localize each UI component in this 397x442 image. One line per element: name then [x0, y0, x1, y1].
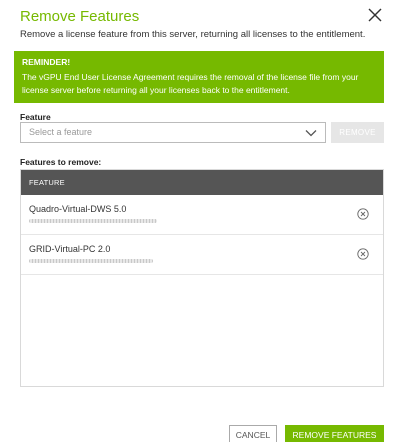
feature-column-header: FEATURE [21, 170, 383, 195]
feature-label: Feature [20, 112, 51, 122]
reminder-text: The vGPU End User License Agreement requ… [22, 72, 359, 95]
chevron-down-icon [305, 130, 317, 137]
feature-select[interactable]: Select a feature [20, 122, 326, 143]
cancel-button[interactable]: CANCEL [229, 425, 277, 442]
remove-button[interactable]: REMOVE [331, 122, 384, 143]
features-to-remove-label: Features to remove: [20, 157, 102, 167]
remove-circle-icon[interactable] [357, 208, 369, 220]
reminder-title: REMINDER! [22, 57, 71, 67]
remove-features-button[interactable]: REMOVE FEATURES [285, 425, 384, 442]
feature-name: Quadro-Virtual-DWS 5.0 [29, 204, 127, 214]
remove-features-dialog: Remove Features Remove a license feature… [0, 0, 397, 442]
reminder-banner: REMINDER! The vGPU End User License Agre… [14, 51, 384, 103]
dialog-subtitle: Remove a license feature from this serve… [20, 29, 366, 40]
features-to-remove-table: FEATURE Quadro-Virtual-DWS 5.0 GRID-Virt… [20, 169, 384, 387]
feature-name: GRID-Virtual-PC 2.0 [29, 244, 111, 254]
table-row: Quadro-Virtual-DWS 5.0 [21, 195, 383, 235]
table-row: GRID-Virtual-PC 2.0 [21, 235, 383, 275]
remove-circle-icon[interactable] [357, 248, 369, 260]
feature-detail-redacted [29, 259, 153, 263]
dialog-title: Remove Features [20, 8, 140, 25]
feature-detail-redacted [29, 219, 157, 223]
feature-select-placeholder: Select a feature [29, 127, 93, 137]
close-icon[interactable] [367, 7, 383, 23]
